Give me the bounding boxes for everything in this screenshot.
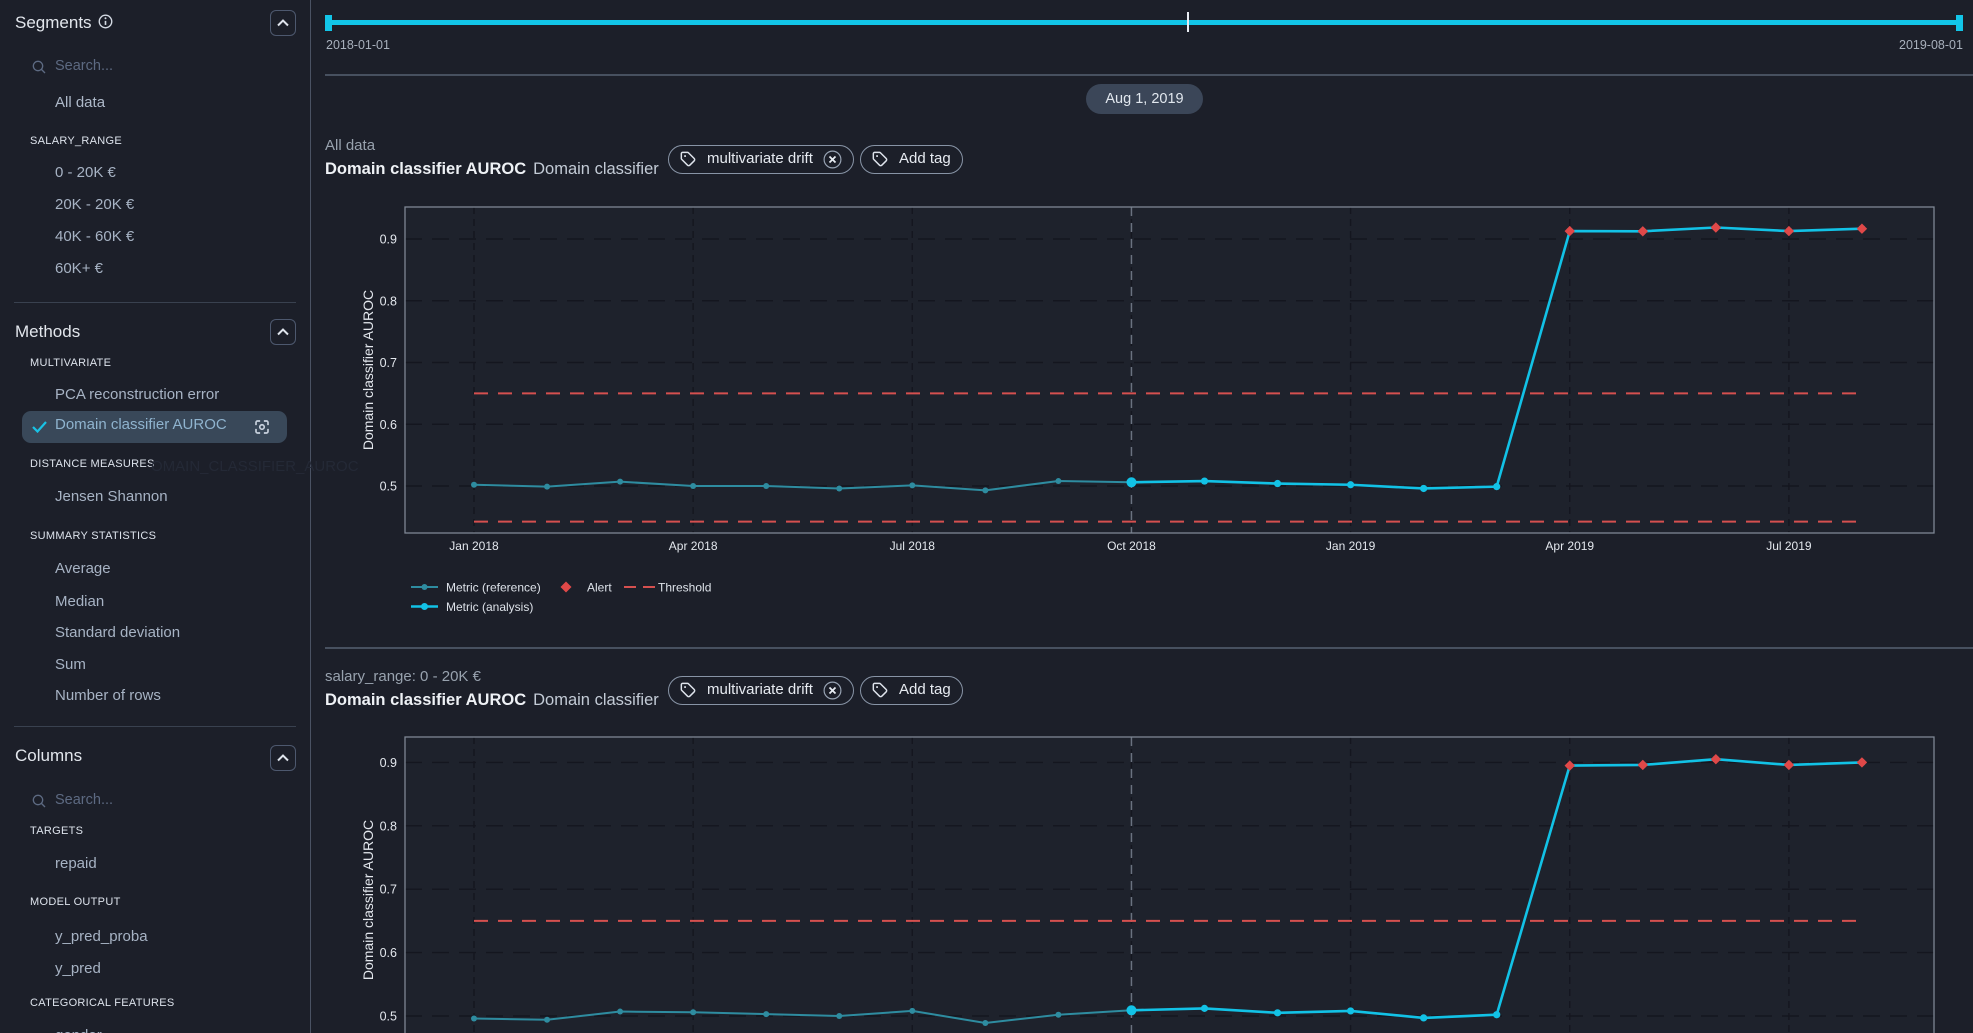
svg-text:0.7: 0.7 (380, 883, 397, 897)
svg-text:Apr 2018: Apr 2018 (669, 539, 718, 553)
svg-text:0.5: 0.5 (380, 480, 397, 494)
svg-text:Jan 2019: Jan 2019 (1326, 539, 1376, 553)
svg-text:0.5: 0.5 (380, 1010, 397, 1024)
svg-text:Domain classifier AUROC: Domain classifier AUROC (360, 820, 376, 980)
svg-text:Jul 2019: Jul 2019 (1766, 539, 1812, 553)
svg-text:Domain classifier AUROC: Domain classifier AUROC (360, 290, 376, 450)
svg-text:0.9: 0.9 (380, 756, 397, 770)
svg-text:Jan 2018: Jan 2018 (449, 539, 499, 553)
svg-text:0.6: 0.6 (380, 418, 397, 432)
svg-text:0.8: 0.8 (380, 294, 397, 308)
svg-text:0.8: 0.8 (380, 819, 397, 833)
svg-text:Metric (analysis): Metric (analysis) (446, 600, 533, 614)
svg-text:Jul 2018: Jul 2018 (890, 539, 936, 553)
svg-text:0.7: 0.7 (380, 356, 397, 370)
svg-text:0.9: 0.9 (380, 233, 397, 247)
svg-text:0.6: 0.6 (380, 946, 397, 960)
svg-text:Metric (reference): Metric (reference) (446, 581, 541, 595)
svg-text:Alert: Alert (587, 581, 612, 595)
svg-text:Threshold: Threshold (658, 581, 711, 595)
svg-text:Apr 2019: Apr 2019 (1545, 539, 1594, 553)
svg-text:Oct 2018: Oct 2018 (1107, 539, 1156, 553)
